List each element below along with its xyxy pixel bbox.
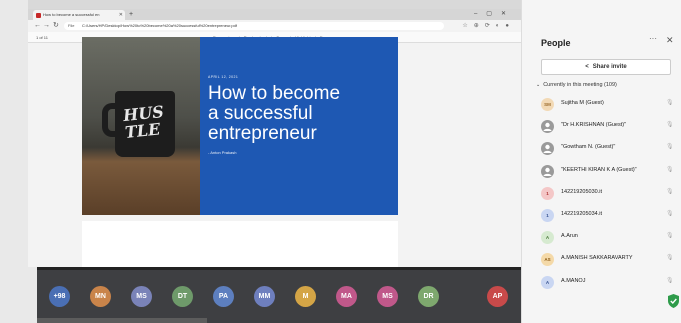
participant-row[interactable]: A A.MANOJ 🎙 (541, 272, 676, 294)
participant-name: 142219205034.it (561, 211, 602, 217)
participant-name: A.Arun (561, 233, 578, 240)
person-icon (543, 122, 552, 132)
participant-avatar[interactable]: PA (213, 286, 234, 307)
mic-off-icon: 🎙 (666, 122, 674, 129)
people-panel: People ··· ✕ < Share invite ⌄ Currently in… (521, 0, 681, 323)
avatar (541, 164, 554, 178)
extension-icons[interactable]: ☆⊕⟳◐● (462, 20, 515, 32)
participant-name: "KEERTHI KIRAN K A (Guest)" (561, 166, 637, 173)
participant-name: A.MANISH SAKKARAVARTY (561, 255, 633, 262)
forward-icon[interactable]: → (43, 20, 50, 32)
mic-off-icon: 🎙 (666, 255, 674, 262)
participant-name: "Gowtham N. (Guest)" (561, 144, 616, 151)
participant-name: "Dr H.KRISHNAN (Guest)" (561, 122, 627, 129)
participant-avatar[interactable]: DT (172, 286, 193, 307)
avatar: SM (541, 98, 554, 111)
tab-title: How to become a successful en (43, 12, 100, 17)
shared-screen: How to become a successful en ✕ + –▢✕ ← … (0, 0, 521, 323)
mic-off-icon: 🎙 (666, 277, 674, 284)
avatar: 1 (541, 209, 554, 222)
window-controls[interactable]: –▢✕ (474, 9, 515, 20)
participant-name: A.MANOJ (561, 277, 586, 284)
slide-photo: HUS TLE (82, 37, 200, 215)
pdf-next-page (82, 221, 398, 268)
person-icon (543, 167, 552, 176)
mic-off-icon: 🎙 (666, 188, 674, 195)
panel-title: People (541, 38, 571, 48)
participant-row[interactable]: "Dr H.KRISHNAN (Guest)" 🎙 (541, 116, 676, 138)
mic-off-icon: 🎙 (666, 211, 674, 217)
new-tab-icon[interactable]: + (129, 9, 133, 20)
shield-icon (668, 294, 679, 308)
participant-name: Sujitha M (Guest) (561, 100, 604, 106)
participant-name: 142219205030.it (561, 188, 602, 195)
participant-row[interactable]: SM Sujitha M (Guest) 🎙 (541, 94, 676, 116)
url-scheme: File (68, 23, 75, 28)
chevron-down-icon: ⌄ (536, 82, 541, 88)
pdf-icon (36, 13, 41, 18)
url-bar[interactable]: File C:/Users/HP/Desktop/How%20to%20beco… (64, 22, 444, 30)
meeting-screen: How to become a successful en ✕ + –▢✕ ← … (0, 0, 681, 323)
avatar: 1 (541, 186, 554, 200)
participant-row[interactable]: 1 142219205030.it 🎙 (541, 183, 676, 205)
mic-off-icon: 🎙 (666, 233, 674, 240)
address-row: ← → ↻ File C:/Users/HP/Desktop/How%20to%… (28, 20, 521, 32)
slide-date: APRIL 12, 2021 (208, 75, 239, 79)
mug-text: HUS TLE (122, 101, 165, 143)
more-options-icon[interactable]: ··· (649, 34, 657, 43)
mic-off-icon: 🎙 (666, 166, 674, 173)
participant-avatar[interactable]: MN (90, 286, 111, 307)
share-icon: < (585, 64, 589, 70)
participant-avatar[interactable]: +98 (49, 286, 70, 307)
page-indicator[interactable]: 1 of 11 (36, 32, 48, 43)
participant-avatar[interactable]: DR (418, 286, 439, 307)
participant-avatar[interactable]: MA (336, 286, 357, 307)
mic-off-icon: 🎙 (666, 144, 674, 151)
slide-title: How to become a successful entrepreneur (208, 83, 341, 144)
participant-avatar[interactable]: MS (131, 286, 152, 307)
avatar: A (541, 275, 554, 289)
scroll-indicator (37, 318, 207, 323)
avatar (541, 120, 554, 134)
participant-row[interactable]: A A.Arun 🎙 (541, 227, 676, 249)
back-icon[interactable]: ← (34, 20, 41, 32)
participant-avatar[interactable]: AP (487, 286, 508, 307)
participant-avatar[interactable]: M (295, 286, 316, 307)
meeting-section-header[interactable]: ⌄ Currently in this meeting (109) (536, 82, 617, 88)
url-text: C:/Users/HP/Desktop/How%20to%20become%20… (82, 23, 237, 28)
browser-tab[interactable]: How to become a successful en ✕ (33, 10, 125, 20)
participant-row[interactable]: 1 142219205034.it 🎙 (541, 205, 676, 227)
avatar: AS (541, 253, 554, 267)
tab-strip: How to become a successful en ✕ + –▢✕ (28, 9, 521, 20)
refresh-icon[interactable]: ↻ (53, 20, 59, 32)
participants-bar: +98 MN MS DT PA MM M MA MS DR AP (37, 267, 521, 323)
avatar: A (541, 231, 554, 245)
participant-avatar[interactable]: MM (254, 286, 275, 307)
slide-title-panel: APRIL 12, 2021 How to become a successfu… (200, 37, 398, 215)
share-invite-label: Share invite (592, 64, 627, 70)
person-icon (543, 145, 552, 154)
participant-row[interactable]: "Gowtham N. (Guest)" 🎙 (541, 138, 676, 160)
close-icon[interactable]: ✕ (666, 35, 674, 46)
avatar (541, 142, 554, 156)
pdf-slide: HUS TLE APRIL 12, 2021 How to become a s… (82, 37, 398, 215)
close-tab-icon[interactable]: ✕ (119, 10, 123, 20)
mic-off-icon: 🎙 (666, 100, 674, 106)
participant-row[interactable]: AS A.MANISH SAKKARAVARTY 🎙 (541, 249, 676, 271)
window-top-strip (28, 0, 521, 9)
bar-divider (37, 267, 521, 270)
participant-row[interactable]: "KEERTHI KIRAN K A (Guest)" 🎙 (541, 161, 676, 183)
participant-avatar[interactable]: MS (377, 286, 398, 307)
share-invite-button[interactable]: < Share invite (541, 59, 671, 75)
slide-author: - Anton Prakash (208, 150, 237, 155)
